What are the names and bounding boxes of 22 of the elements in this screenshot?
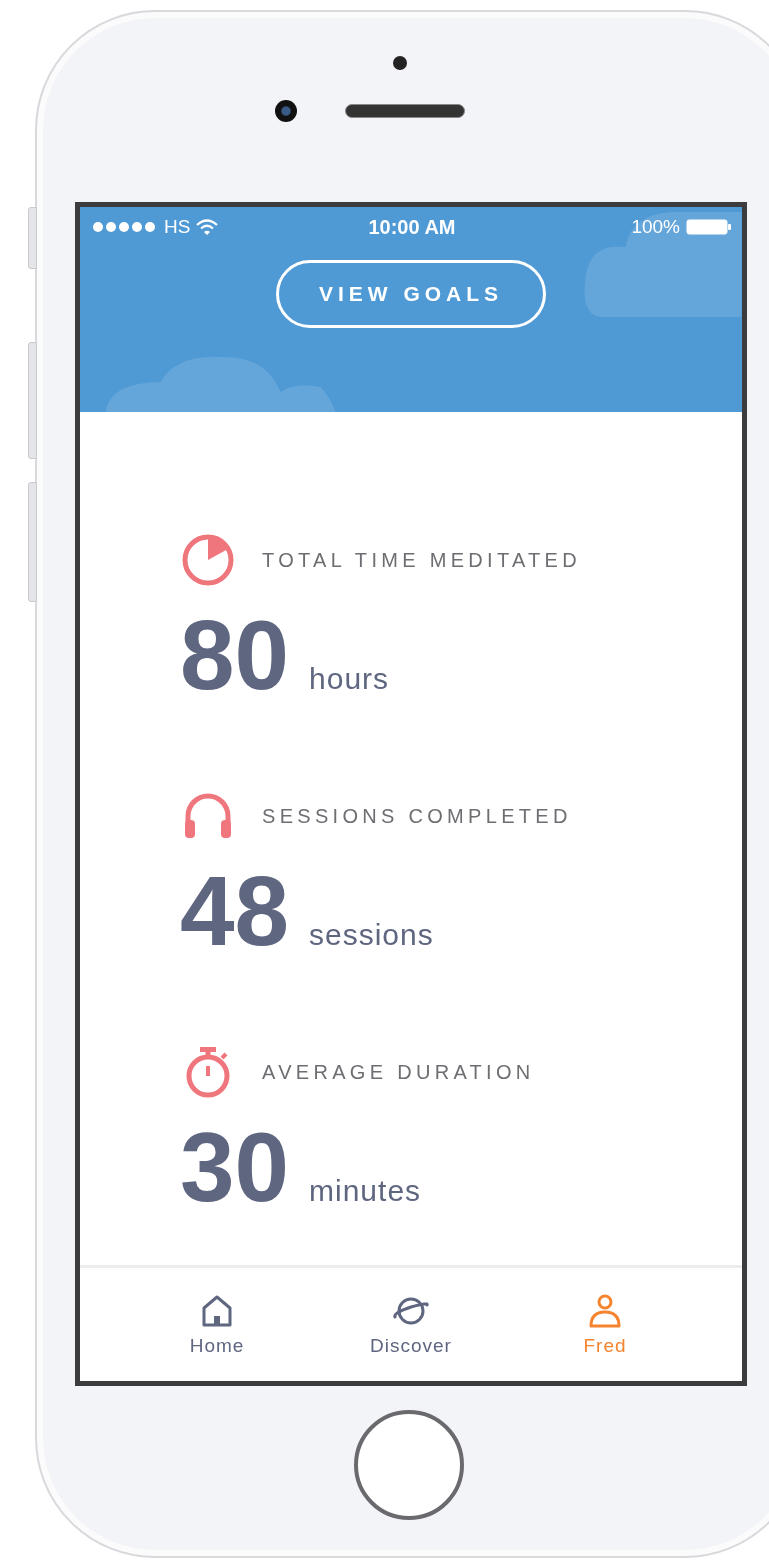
sensor-dot (393, 56, 407, 70)
status-time: 10:00 AM (368, 215, 456, 239)
stat-unit: minutes (309, 1174, 422, 1208)
stat-unit: sessions (309, 918, 434, 952)
stat-label: SESSIONS COMPLETED (262, 804, 572, 828)
tab-item[interactable]: Discover (346, 1291, 476, 1358)
person-icon (587, 1292, 623, 1329)
stat-value: 48 (180, 862, 289, 960)
camera-lens (275, 100, 297, 122)
stat-unit: hours (309, 662, 390, 696)
stat-value: 80 (180, 606, 289, 704)
pie-chart-icon (180, 532, 236, 588)
view-goals-button[interactable]: VIEW GOALS (276, 260, 546, 328)
stat-label: TOTAL TIME MEDITATED (262, 548, 581, 572)
stat-label: AVERAGE DURATION (262, 1060, 535, 1084)
wifi-icon (196, 219, 219, 235)
signal-icon (92, 221, 158, 233)
battery-icon (686, 219, 732, 235)
stat-value: 30 (180, 1118, 289, 1216)
tab-item[interactable]: Home (152, 1291, 282, 1358)
battery-percent: 100% (631, 216, 680, 238)
carrier-name: HS (164, 216, 191, 238)
